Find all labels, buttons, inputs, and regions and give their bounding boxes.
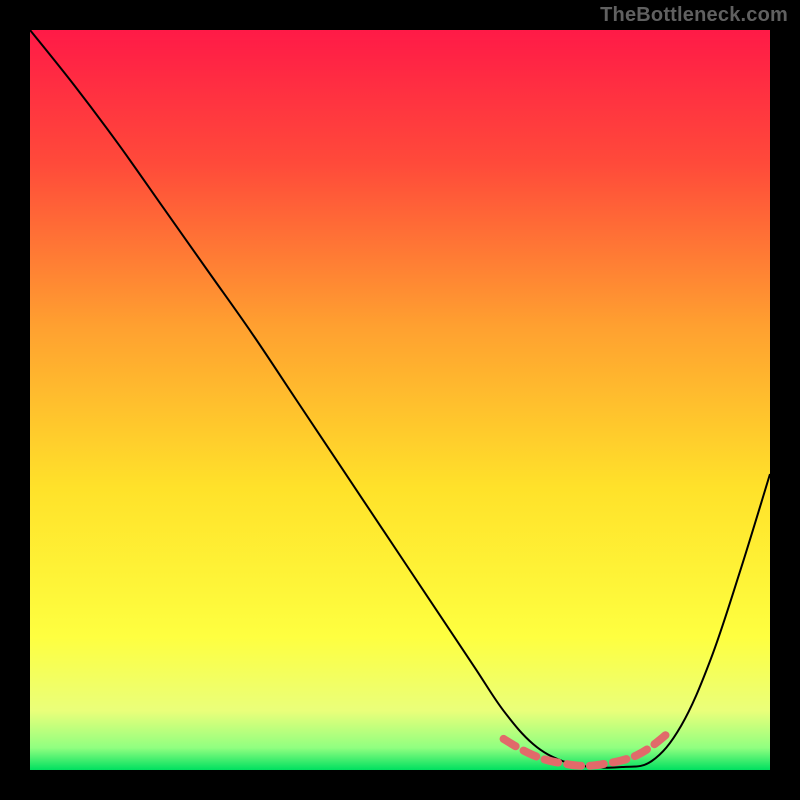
chart-svg: [30, 30, 770, 770]
plot-area: [30, 30, 770, 770]
attribution-label: TheBottleneck.com: [600, 4, 788, 27]
gradient-background: [30, 30, 770, 770]
chart-container: TheBottleneck.com: [0, 0, 800, 800]
